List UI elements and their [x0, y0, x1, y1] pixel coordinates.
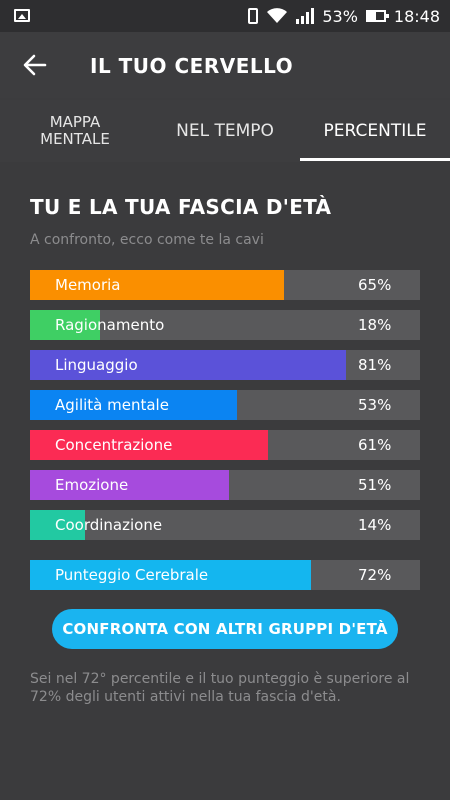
bar-value-label: 81%	[358, 356, 392, 374]
tab-percentile[interactable]: PERCENTILE	[300, 100, 450, 162]
bar-label: Linguaggio	[55, 356, 138, 374]
status-icons: 53% 18:48	[248, 0, 440, 32]
bar-row: Agilità mentale 53%	[30, 390, 420, 420]
battery-icon	[365, 10, 389, 22]
bar-value-label: 18%	[358, 316, 392, 334]
tab-mappa-mentale[interactable]: MAPPA MENTALE	[0, 100, 150, 162]
active-tab-indicator	[300, 158, 450, 161]
battery-percent: 53%	[322, 6, 358, 26]
clock: 18:48	[393, 6, 440, 26]
bar-label: Memoria	[55, 276, 121, 294]
section-title: TU E LA TUA FASCIA D'ETÀ	[30, 195, 332, 219]
wifi-icon	[267, 8, 288, 23]
tab-bar: MAPPA MENTALE NEL TEMPO PERCENTILE	[0, 100, 450, 162]
bar-row: Concentrazione 61%	[30, 430, 420, 460]
page-title: IL TUO CERVELLO	[90, 54, 294, 78]
bar-value-label: 51%	[358, 476, 392, 494]
bar-row: Memoria 65%	[30, 270, 420, 300]
percentile-footnote: Sei nel 72° percentile e il tuo punteggi…	[30, 671, 410, 705]
bar-label: Agilità mentale	[55, 396, 169, 414]
bar-value-label: 53%	[358, 396, 392, 414]
bar-label: Ragionamento	[55, 316, 165, 334]
bar-row: Emozione 51%	[30, 470, 420, 500]
bar-row: Coordinazione 14%	[30, 510, 420, 540]
vibrate-icon	[248, 8, 259, 24]
back-arrow-icon[interactable]	[22, 52, 48, 78]
tab-nel-tempo[interactable]: NEL TEMPO	[150, 100, 300, 162]
bar-value-label: 61%	[358, 436, 392, 454]
gallery-notification-icon	[14, 9, 30, 22]
bar-label: Punteggio Cerebrale	[55, 566, 209, 584]
bar-row: Ragionamento 18%	[30, 310, 420, 340]
bar-value-label: 65%	[358, 276, 392, 294]
compare-age-groups-button[interactable]: CONFRONTA CON ALTRI GRUPPI D'ETÀ	[52, 609, 398, 649]
signal-icon	[296, 8, 315, 24]
app-bar: IL TUO CERVELLO	[0, 32, 450, 100]
section-subtitle: A confronto, ecco come te la cavi	[30, 232, 264, 248]
bar-value-label: 14%	[358, 516, 392, 534]
bar-label: Emozione	[55, 476, 129, 494]
bar-row: Linguaggio 81%	[30, 350, 420, 380]
bar-label: Coordinazione	[55, 516, 163, 534]
status-bar: 53% 18:48	[0, 0, 450, 32]
bar-label: Concentrazione	[55, 436, 173, 454]
bar-value-label: 72%	[358, 566, 392, 584]
bar-row: Punteggio Cerebrale 72%	[30, 560, 420, 590]
